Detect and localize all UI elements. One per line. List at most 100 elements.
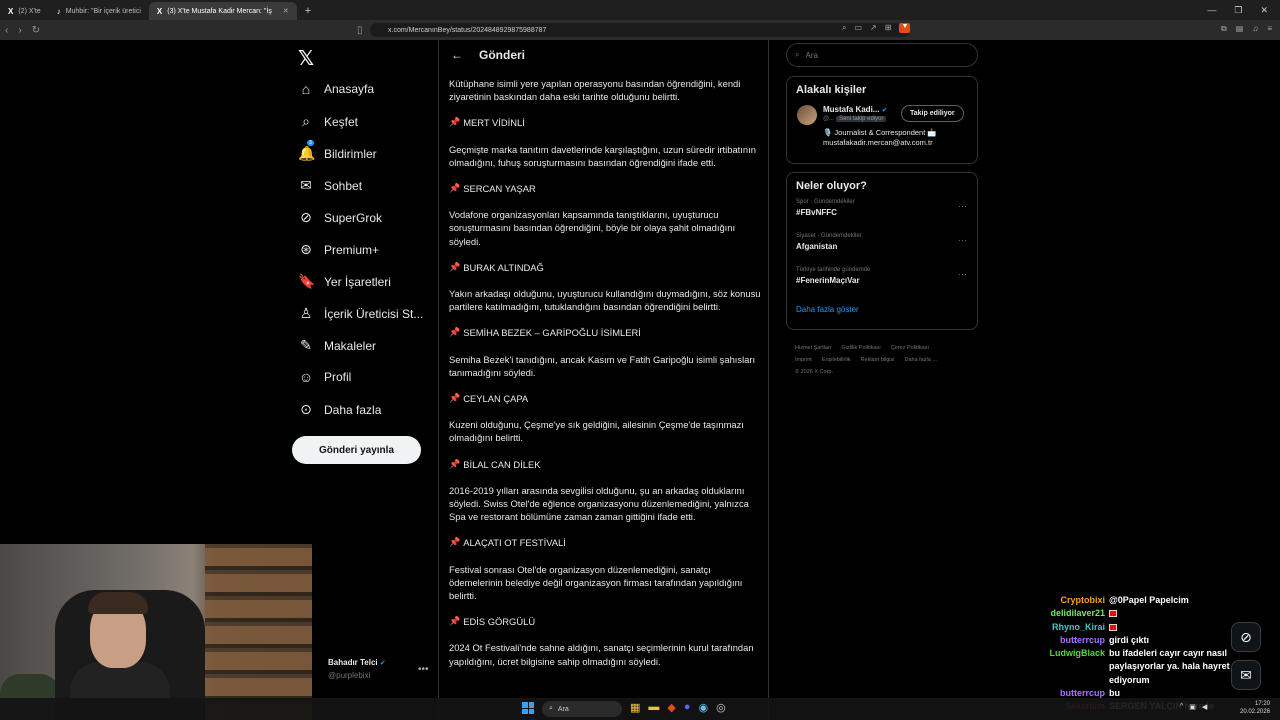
section-heading-text: CEYLAN ÇAPA (463, 393, 529, 405)
trend-item[interactable]: Siyaset · Gündemdekiler Afganistan ··· (787, 233, 977, 267)
chat-text (1109, 621, 1240, 634)
section-heading-text: BİLAL CAN DİLEK (463, 458, 541, 470)
browser-tab-active[interactable]: X (3) X'te Mustafa Kadir Mercan: "İş ✕ (148, 2, 297, 20)
search-icon: ⌕ (302, 113, 310, 129)
sidebar-item-more[interactable]: ⊙ Daha fazla (298, 401, 381, 418)
steam-icon[interactable]: ◉ (699, 701, 709, 714)
maximize-icon[interactable]: ❐ (1234, 5, 1242, 16)
chat-username[interactable]: delidilaver21 (1000, 607, 1105, 620)
messages-icon[interactable]: ✉ (1231, 660, 1261, 690)
related-people-card: Alakalı kişiler Mustafa Kadi... ✔ @... Se… (786, 76, 978, 164)
zoom-icon[interactable]: ⌕ (842, 23, 846, 33)
grok-icon[interactable]: ⊘ (1231, 622, 1261, 652)
back-icon[interactable]: ‹ (0, 25, 13, 36)
share-icon[interactable]: ↗ (870, 23, 877, 33)
minimize-icon[interactable]: — (1207, 5, 1216, 15)
chat-username[interactable]: butterrcup (1000, 634, 1105, 647)
section-heading: 📌 CEYLAN ÇAPA (449, 392, 761, 405)
sidebar-icon[interactable]: ▤ (1236, 24, 1244, 34)
footer-link[interactable]: Gizlilik Politikası (841, 345, 880, 351)
post-header: ← Gönderi (439, 40, 768, 70)
post-paragraph: 2024 Ot Festivali'nde sahne aldığını, sa… (449, 642, 754, 667)
new-tab-button[interactable]: + (297, 2, 319, 20)
sidebar-item-label: Premium+ (324, 242, 380, 257)
following-button[interactable]: Takip ediliyor (901, 105, 964, 122)
menu-icon[interactable]: ≡ (1267, 24, 1272, 34)
account-switcher[interactable]: Bahadır Telci ✔ @purplebixi (328, 658, 386, 680)
music-icon[interactable]: ♫ (1252, 24, 1258, 34)
volume-icon[interactable]: ◀ (1202, 703, 1207, 711)
section-heading: 📌 BURAK ALTINDAĞ (449, 261, 761, 274)
app-icon[interactable]: ◎ (716, 701, 726, 714)
trend-more-icon[interactable]: ··· (958, 269, 967, 279)
sidebar-item-label: İçerik Üreticisi St... (324, 306, 424, 321)
reload-icon[interactable]: ↻ (27, 25, 45, 36)
sidebar-item-bookmark[interactable]: 🔖 Yer İşaretleri (298, 273, 391, 290)
bookmark-page-icon[interactable]: ▯ (352, 25, 368, 36)
page-title: Gönderi (479, 48, 526, 62)
file-explorer-icon[interactable]: ▬ (648, 701, 659, 714)
browser-tab[interactable]: X (2) X'te (0, 2, 49, 20)
x-logo-icon[interactable]: 𝕏 (298, 46, 314, 71)
sidebar-item-bell[interactable]: 🔔 3 Bildirimler (298, 140, 377, 162)
search-icon: ⌕ (549, 705, 553, 712)
extensions-icon[interactable]: ⧉ (1221, 24, 1227, 34)
streamer-hair (88, 592, 148, 614)
sidebar-item-article[interactable]: ✎ Makaleler (298, 337, 376, 354)
trend-more-icon[interactable]: ··· (958, 201, 967, 211)
post-button[interactable]: Gönderi yayınla (292, 436, 421, 464)
home-icon: ⌂ (301, 81, 311, 97)
brave-shield-icon[interactable]: ▼ (899, 23, 911, 33)
network-icon[interactable]: ▣ (1189, 703, 1196, 711)
related-person[interactable]: Mustafa Kadi... ✔ @... Seni takip ediyor … (787, 103, 977, 153)
close-window-icon[interactable]: ✕ (1260, 5, 1268, 16)
section-heading: 📌 SERCAN YAŞAR (449, 182, 761, 195)
cast-icon[interactable]: ▭ (854, 23, 862, 33)
show-more-link[interactable]: Daha fazla göster (787, 301, 977, 324)
chat-username[interactable]: Cryptobixi (1000, 594, 1105, 607)
trend-item[interactable]: Spor · Gündemdekiler #FBvNFFC ··· (787, 199, 977, 233)
footer-link[interactable]: Çerez Politikası (891, 345, 929, 351)
search-input[interactable]: ⌕ Ara (786, 43, 978, 67)
footer-link[interactable]: Reklam bilgisi (861, 357, 895, 363)
footer-link[interactable]: Hizmet Şartları (795, 345, 831, 351)
windows-start-icon[interactable] (522, 702, 534, 714)
footer-link[interactable]: Imprint (795, 357, 812, 363)
post-paragraph: Geçmişte marka tanıtım davetlerinde karş… (449, 143, 756, 168)
chat-username[interactable]: LudwigBlack (1000, 647, 1105, 687)
tray-chevron-icon[interactable]: ^ (1180, 703, 1183, 711)
footer-link[interactable]: Daha fazla ... (904, 357, 936, 363)
sidebar-item-home[interactable]: ⌂ Anasayfa (298, 81, 374, 97)
close-tab-icon[interactable]: ✕ (283, 7, 289, 15)
chat-message: Cryptobixi @0Papel Papelcim (1000, 594, 1240, 607)
taskbar-search[interactable]: ⌕ Ara (542, 701, 622, 717)
sidebar-item-grok[interactable]: ⊘ SuperGrok (298, 209, 382, 226)
footer-link[interactable]: Erişilebilirlik (822, 357, 851, 363)
back-arrow-icon[interactable]: ← (451, 48, 463, 62)
account-more-icon[interactable]: ••• (418, 664, 429, 675)
pushpin-icon: 📌 (449, 117, 461, 128)
trend-item[interactable]: Türkiye tarihinde gündemde #FenerinMaçıVa… (787, 267, 977, 301)
chat-text: girdi çıktı (1109, 634, 1150, 645)
url-field[interactable]: x.com/MercanınBey/status/202484892987598… (370, 23, 910, 37)
clock[interactable]: 17:20 20.02.2026 (1240, 700, 1270, 716)
webcam-overlay (0, 544, 312, 720)
sidebar-item-creator[interactable]: ♙ İçerik Üreticisi St... (298, 305, 424, 322)
browser-tab[interactable]: ♪ Muhbir: "Bir içerik üretici (49, 2, 149, 20)
discord-icon[interactable]: ● (684, 701, 691, 714)
widgets-icon[interactable]: ▦ (630, 701, 640, 714)
forward-icon[interactable]: › (13, 25, 26, 36)
post-paragraph: Kuzeni olduğunu, Çeşme'ye sık geldiğini,… (449, 419, 744, 444)
trend-more-icon[interactable]: ··· (958, 235, 967, 245)
avatar[interactable] (797, 105, 817, 125)
chat-username[interactable]: Rhyno_Kirai (1000, 621, 1105, 634)
more-icon: ⊙ (300, 401, 312, 417)
sidebar-item-profile[interactable]: ☺ Profil (298, 369, 352, 385)
sidebar-item-search[interactable]: ⌕ Keşfet (298, 113, 358, 130)
audio-icon: ♪ (56, 6, 61, 16)
translate-icon[interactable]: ⊞ (885, 23, 892, 33)
x-logo-icon: X (156, 6, 163, 16)
sidebar-item-premium[interactable]: ⊛ Premium+ (298, 241, 379, 258)
sidebar-item-mail[interactable]: ✉ Sohbet (298, 177, 362, 194)
browser-icon[interactable]: ◆ (667, 701, 675, 714)
